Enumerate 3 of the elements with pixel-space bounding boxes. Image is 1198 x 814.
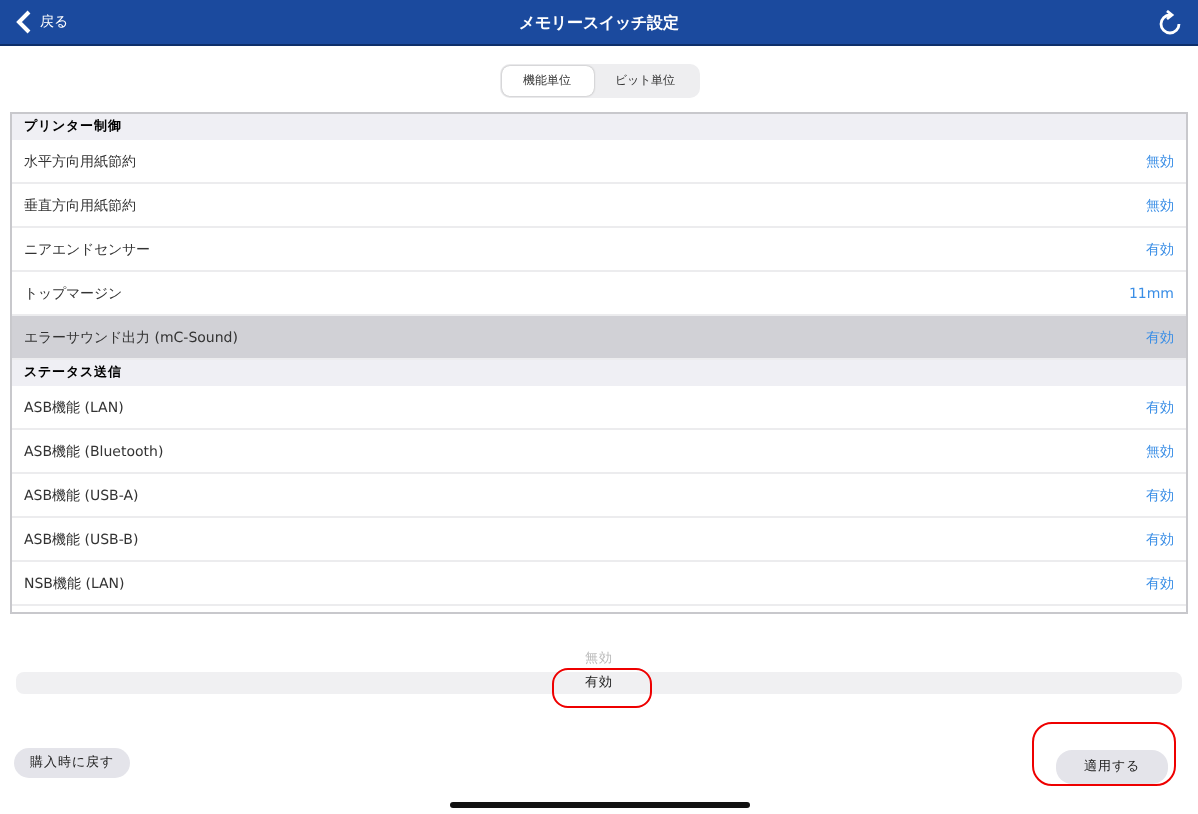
chevron-left-icon — [16, 10, 32, 34]
refresh-icon[interactable] — [1158, 9, 1182, 35]
window-title: メモリースイッチ設定 — [519, 11, 679, 33]
